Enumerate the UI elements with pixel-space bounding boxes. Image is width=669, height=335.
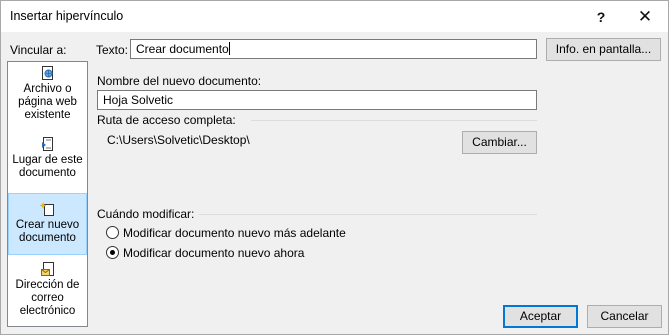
help-icon: ? bbox=[596, 8, 606, 25]
insert-hyperlink-dialog: Insertar hipervínculo ? ✕ Vincular a: Te… bbox=[0, 0, 669, 335]
new-document-name-input[interactable]: Hoja Solvetic bbox=[97, 90, 537, 110]
sidebar-item-label: electrónico bbox=[19, 305, 76, 317]
full-path-divider bbox=[251, 120, 537, 121]
sidebar-item-label: Crear nuevo bbox=[15, 219, 80, 231]
place-in-document-icon bbox=[41, 137, 53, 151]
link-to-sidebar: Archivo o página web existente Lugar de … bbox=[7, 61, 88, 327]
sidebar-item-label: documento bbox=[19, 167, 76, 179]
sidebar-item-label: existente bbox=[24, 109, 71, 121]
text-label: Texto: bbox=[96, 43, 129, 57]
sidebar-item-label: página web bbox=[18, 96, 77, 108]
edit-now-radio[interactable] bbox=[106, 246, 119, 259]
email-icon bbox=[40, 262, 54, 276]
title-bar: Insertar hipervínculo ? ✕ bbox=[1, 1, 668, 32]
sidebar-item-place-in-document[interactable]: Lugar de este documento bbox=[9, 136, 86, 191]
text-input[interactable]: Crear documento bbox=[130, 39, 537, 59]
sidebar-item-email-address[interactable]: Dirección de correo electrónico bbox=[9, 261, 86, 323]
help-button[interactable]: ? bbox=[579, 1, 623, 32]
close-icon: ✕ bbox=[637, 6, 653, 26]
screentip-button[interactable]: Info. en pantalla... bbox=[546, 38, 661, 61]
sidebar-item-label: Dirección de bbox=[15, 279, 80, 291]
existing-file-icon bbox=[41, 66, 53, 80]
edit-later-radio[interactable] bbox=[106, 226, 119, 239]
sidebar-item-label: Archivo o bbox=[23, 83, 72, 95]
sidebar-item-existing-file[interactable]: Archivo o página web existente bbox=[9, 65, 86, 128]
link-to-label: Vincular a: bbox=[10, 43, 67, 57]
sidebar-item-label: Lugar de este bbox=[12, 154, 83, 166]
close-button[interactable]: ✕ bbox=[623, 1, 667, 32]
when-to-edit-divider bbox=[199, 214, 537, 215]
edit-later-label: Modificar documento nuevo más adelante bbox=[123, 226, 346, 240]
new-document-name-value: Hoja Solvetic bbox=[103, 93, 174, 107]
radio-selected-dot bbox=[110, 250, 115, 255]
full-path-value: C:\Users\Solvetic\Desktop\ bbox=[107, 133, 250, 147]
text-input-value: Crear documento bbox=[136, 42, 229, 56]
full-path-label: Ruta de acceso completa: bbox=[97, 113, 236, 127]
text-cursor bbox=[228, 42, 230, 55]
change-path-button[interactable]: Cambiar... bbox=[462, 131, 537, 154]
sidebar-item-label: correo bbox=[31, 292, 64, 304]
new-document-icon bbox=[39, 202, 54, 216]
sidebar-item-create-new-document[interactable]: Crear nuevo documento bbox=[8, 193, 87, 255]
edit-now-label: Modificar documento nuevo ahora bbox=[123, 246, 305, 260]
dialog-title: Insertar hipervínculo bbox=[10, 9, 124, 23]
sidebar-item-label: documento bbox=[19, 232, 76, 244]
when-to-edit-label: Cuándo modificar: bbox=[97, 207, 195, 221]
cancel-button[interactable]: Cancelar bbox=[587, 305, 662, 328]
ok-button[interactable]: Aceptar bbox=[503, 305, 578, 328]
new-document-name-label: Nombre del nuevo documento: bbox=[97, 74, 262, 88]
